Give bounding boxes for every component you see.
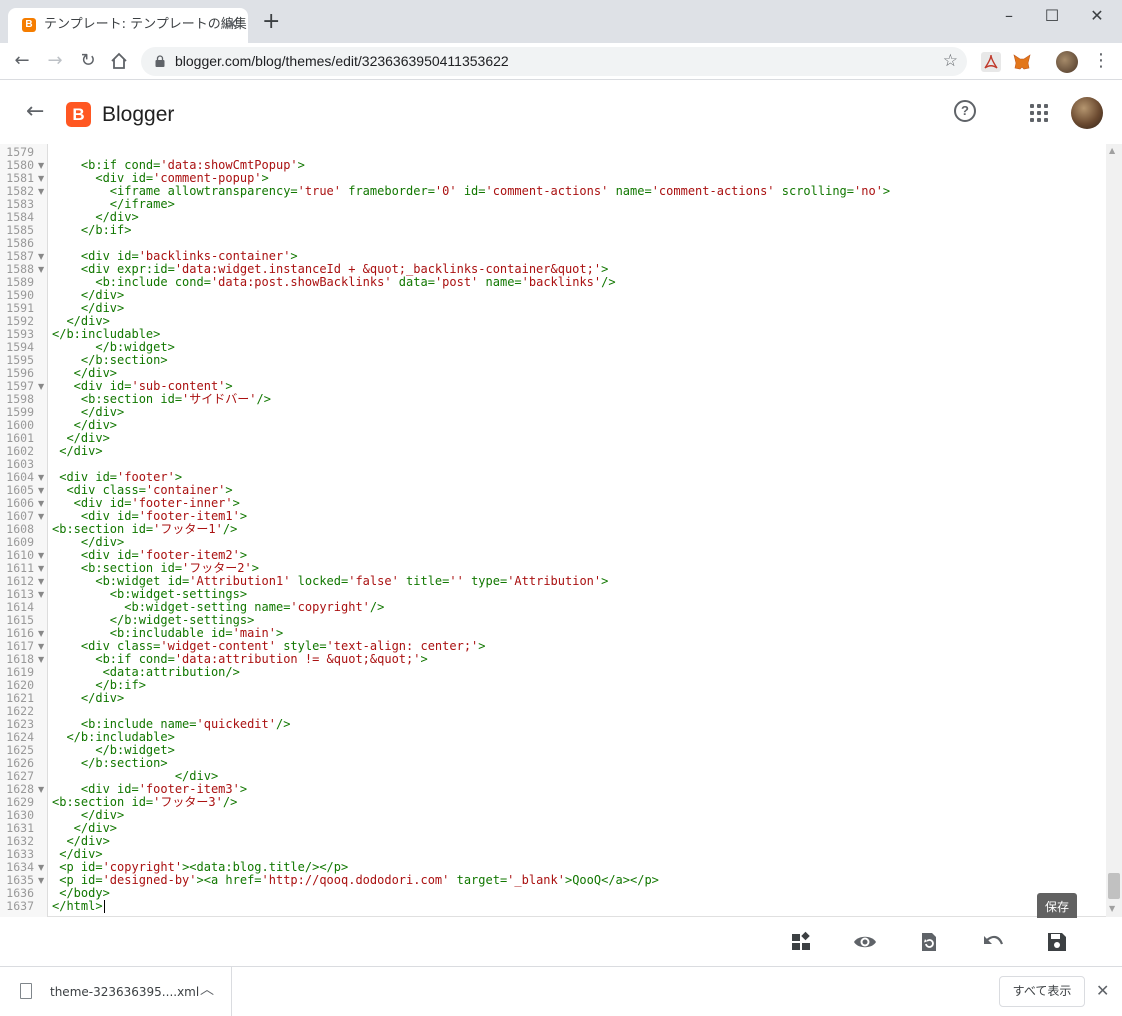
back-arrow-icon[interactable]: ← [26, 100, 44, 124]
pdf-extension-icon[interactable] [981, 52, 1001, 72]
fold-toggle-icon[interactable]: ▼ [38, 562, 46, 575]
blogger-favicon-icon: B [22, 18, 36, 32]
fold-toggle-icon[interactable]: ▼ [38, 484, 46, 497]
fold-toggle-icon[interactable]: ▼ [38, 497, 46, 510]
fold-toggle-icon[interactable]: ▼ [38, 263, 46, 276]
fold-toggle-icon[interactable]: ▼ [38, 653, 46, 666]
fold-toggle-icon[interactable]: ▼ [38, 588, 46, 601]
code-line[interactable]: </b:if> [52, 224, 132, 237]
browser-tab[interactable]: B テンプレート: テンプレートの編集 ✕ [8, 8, 248, 43]
blogger-logo[interactable]: B [66, 102, 91, 127]
code-line[interactable]: <iframe allowtransparency='true' framebo… [52, 185, 890, 198]
line-number-gutter: 1579 1580 ▼ 1581 ▼ 1582 ▼ 1583 1584 1585 1586 1587 ▼… [0, 144, 48, 917]
tab-close-icon[interactable]: ✕ [226, 16, 239, 32]
fold-toggle-icon[interactable]: ▼ [38, 549, 46, 562]
home-icon[interactable] [107, 49, 131, 73]
fold-toggle-icon[interactable]: ▼ [38, 380, 46, 393]
code-line[interactable]: </div> [52, 445, 102, 458]
code-line[interactable]: </html> [52, 900, 103, 913]
brand-name: Blogger [102, 103, 175, 126]
save-tooltip: 保存 [1037, 893, 1077, 921]
scroll-down-icon[interactable]: ▼ [1109, 904, 1115, 914]
fold-toggle-icon[interactable]: ▼ [38, 159, 46, 172]
editor-action-bar [0, 918, 1122, 966]
scroll-up-icon[interactable]: ▲ [1109, 146, 1115, 156]
editor-scrollbar[interactable]: ▲ ▼ [1106, 144, 1122, 917]
save-icon[interactable] [1045, 930, 1069, 954]
scrollbar-thumb[interactable] [1108, 873, 1120, 899]
fold-toggle-icon[interactable]: ▼ [38, 783, 46, 796]
fold-toggle-icon[interactable]: ▼ [38, 874, 46, 887]
widgets-icon[interactable] [789, 930, 813, 954]
url-text[interactable]: blogger.com/blog/themes/edit/32363639504… [175, 53, 509, 70]
help-icon[interactable]: ? [954, 100, 976, 122]
blogger-header: ← B Blogger ? [0, 80, 1122, 144]
fold-toggle-icon[interactable]: ▼ [38, 250, 46, 263]
chrome-menu-icon[interactable]: ⋮ [1092, 51, 1110, 71]
code-editor[interactable]: 1579 1580 ▼ 1581 ▼ 1582 ▼ 1583 1584 1585 1586 1587 ▼… [0, 144, 1122, 917]
code-line[interactable]: </div> [52, 692, 124, 705]
fold-toggle-icon[interactable]: ▼ [38, 172, 46, 185]
fold-toggle-icon[interactable]: ▼ [38, 185, 46, 198]
text-cursor [104, 900, 105, 913]
download-item[interactable]: theme-323636395....xml ︿ [0, 967, 232, 1016]
fold-toggle-icon[interactable]: ▼ [38, 627, 46, 640]
metamask-extension-icon[interactable] [1012, 52, 1032, 72]
tab-title: テンプレート: テンプレートの編集 [44, 17, 247, 32]
account-avatar[interactable] [1071, 97, 1103, 129]
new-tab-icon[interactable]: + [262, 11, 280, 33]
window-close-icon[interactable]: ✕ [1085, 6, 1109, 26]
forward-icon[interactable]: → [43, 49, 67, 73]
fold-toggle-icon[interactable]: ▼ [38, 861, 46, 874]
preview-icon[interactable] [853, 930, 877, 954]
undo-icon[interactable] [981, 930, 1005, 954]
profile-avatar[interactable] [1056, 51, 1078, 73]
blogger-logo-letter: B [72, 105, 85, 124]
maximize-icon[interactable]: ☐ [1040, 6, 1064, 26]
chevron-up-icon[interactable]: ︿ [200, 981, 214, 999]
revert-icon[interactable] [917, 930, 941, 954]
code-line[interactable]: <b:include cond='data:post.showBacklinks… [52, 276, 615, 289]
fold-toggle-icon[interactable]: ▼ [38, 510, 46, 523]
back-icon[interactable]: ← [10, 49, 34, 73]
fold-toggle-icon[interactable]: ▼ [38, 575, 46, 588]
downloads-shelf: theme-323636395....xml ︿ すべて表示 ✕ [0, 966, 1122, 1016]
fold-toggle-icon[interactable]: ▼ [38, 471, 46, 484]
star-icon[interactable]: ☆ [943, 51, 958, 71]
minimize-icon[interactable]: – [997, 6, 1021, 26]
apps-grid-icon[interactable] [1030, 104, 1048, 122]
download-file-name[interactable]: theme-323636395....xml [50, 985, 199, 999]
fold-toggle-icon[interactable]: ▼ [38, 640, 46, 653]
show-all-button[interactable]: すべて表示 [999, 976, 1085, 1007]
close-shelf-icon[interactable]: ✕ [1096, 981, 1109, 1001]
address-bar[interactable]: blogger.com/blog/themes/edit/32363639504… [141, 47, 967, 76]
reload-icon[interactable]: ↻ [76, 49, 100, 73]
lock-icon[interactable] [155, 55, 165, 67]
browser-tab-strip: B テンプレート: テンプレートの編集 ✕ + – ☐ ✕ [0, 0, 1122, 43]
code-line[interactable]: <p id='designed-by'><a href='http://qooq… [52, 874, 659, 887]
file-icon [20, 983, 32, 999]
line-number: 1637 [6, 899, 34, 913]
browser-toolbar: ← → ↻ blogger.com/blog/themes/edit/32363… [0, 43, 1122, 80]
